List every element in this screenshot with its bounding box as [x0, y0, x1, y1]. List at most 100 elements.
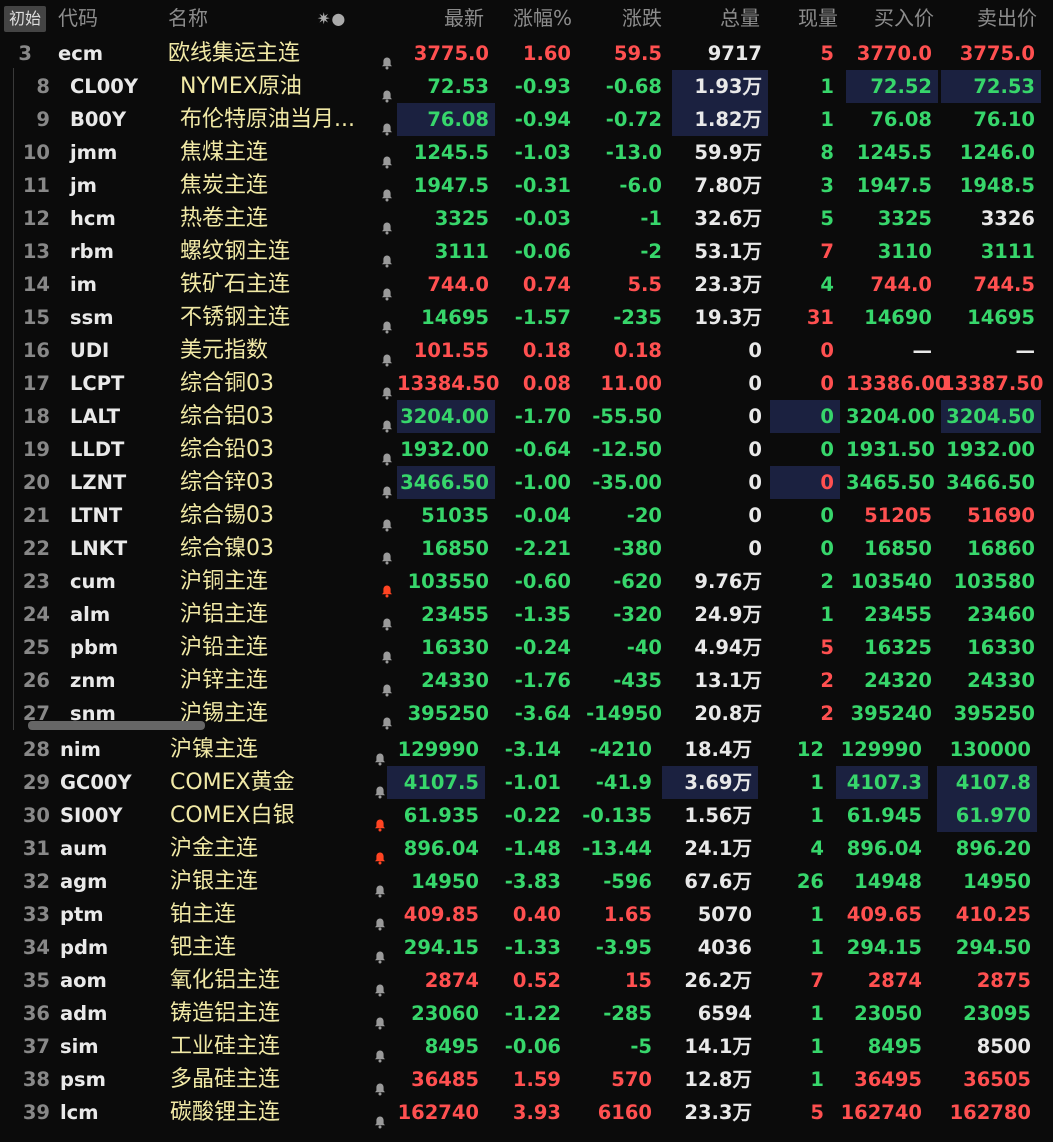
bell-icon[interactable] — [380, 443, 394, 466]
table-row[interactable]: 34 pdm 钯主连 294.15 -1.33 -3.95 4036 1 294.15 294.5… — [0, 931, 1053, 964]
col-last[interactable]: 最新 — [400, 2, 484, 35]
table-row[interactable]: 13 rbm 螺纹钢主连 3111 -0.06 -2 53.1万 7 3110 3111 — [0, 235, 1053, 268]
table-row[interactable]: 16 UDI 美元指数 101.55 0.18 0.18 0 0 — — — [0, 334, 1053, 367]
col-name[interactable]: 名称 — [168, 2, 208, 35]
settings-dots-icon[interactable]: ✷● — [317, 2, 346, 35]
bell-icon[interactable] — [373, 1040, 387, 1063]
bell-icon[interactable] — [380, 311, 394, 334]
table-row[interactable]: 24 alm 沪铝主连 23455 -1.35 -320 24.9万 1 23455 23460 — [0, 598, 1053, 631]
table-row[interactable]: 11 jm 焦炭主连 1947.5 -0.31 -6.0 7.80万 3 1947.5 1948.… — [0, 169, 1053, 202]
cell-vol: 20.8万 — [694, 702, 762, 725]
table-row[interactable]: 25 pbm 沪铅主连 16330 -0.24 -40 4.94万 5 16325 16330 — [0, 631, 1053, 664]
bell-icon[interactable] — [373, 875, 387, 898]
col-ask[interactable]: 卖出价 — [945, 2, 1037, 35]
cell-chg: 570 — [611, 1068, 652, 1091]
bell-icon[interactable] — [373, 941, 387, 964]
cell-last: 3325 — [434, 207, 489, 230]
alert-bell-icon[interactable] — [373, 809, 387, 832]
bell-icon[interactable] — [373, 1007, 387, 1030]
bell-icon[interactable] — [380, 476, 394, 499]
table-row[interactable]: 10 jmm 焦煤主连 1245.5 -1.03 -13.0 59.9万 8 1245.5 124… — [0, 136, 1053, 169]
bell-icon[interactable] — [373, 908, 387, 931]
bell-icon[interactable] — [380, 179, 394, 202]
table-row[interactable]: 8 CL00Y NYMEX原油 72.53 -0.93 -0.68 1.93万 1 72.52 7… — [0, 70, 1053, 103]
bell-icon[interactable] — [373, 1073, 387, 1096]
cell-no: 12 — [22, 207, 50, 230]
table-row[interactable]: 31 aum 沪金主连 896.04 -1.48 -13.44 24.1万 4 896.04 89… — [0, 832, 1053, 865]
cell-chg: 11.00 — [600, 372, 662, 395]
table-row[interactable]: 26 znm 沪锌主连 24330 -1.76 -435 13.1万 2 24320 24330 — [0, 664, 1053, 697]
cell-cur: 0 — [770, 400, 840, 433]
cell-vol: 59.9万 — [694, 141, 762, 164]
bell-icon[interactable] — [380, 707, 394, 730]
cell-chg: -435 — [613, 669, 662, 692]
cell-vol: 9.76万 — [694, 570, 762, 593]
cell-cur: 5 — [820, 42, 834, 65]
table-row[interactable]: 28 nim 沪镍主连 129990 -3.14 -4210 18.4万 12 129990 13… — [0, 733, 1053, 766]
table-row[interactable]: 35 aom 氧化铝主连 2874 0.52 15 26.2万 7 2874 2875 — [0, 964, 1053, 997]
table-row[interactable]: 22 LNKT 综合镍03 16850 -2.21 -380 0 0 16850 16860 — [0, 532, 1053, 565]
col-code[interactable]: 代码 — [58, 2, 98, 35]
cell-cur: 1 — [820, 603, 834, 626]
cell-code: aum — [60, 837, 108, 860]
init-button[interactable]: 初始 — [4, 6, 46, 32]
bell-icon[interactable] — [380, 410, 394, 433]
table-row[interactable]: 19 LLDT 综合铅03 1932.00 -0.64 -12.50 0 0 1931.50 19… — [0, 433, 1053, 466]
table-row[interactable]: 38 psm 多晶硅主连 36485 1.59 570 12.8万 1 36495 36505 — [0, 1063, 1053, 1096]
table-row[interactable]: 29 GC00Y COMEX黄金 4107.5 -1.01 -41.9 3.69万 1 4107… — [0, 766, 1053, 799]
table-row[interactable]: 33 ptm 铂主连 409.85 0.40 1.65 5070 1 409.65 410.25 — [0, 898, 1053, 931]
bell-icon[interactable] — [373, 776, 387, 799]
table-row[interactable]: 30 SI00Y COMEX白银 61.935 -0.22 -0.135 1.56万 1 61.… — [0, 799, 1053, 832]
bell-icon[interactable] — [380, 674, 394, 697]
alert-bell-icon[interactable] — [373, 842, 387, 865]
bell-icon[interactable] — [380, 278, 394, 301]
bell-icon[interactable] — [380, 641, 394, 664]
bell-icon[interactable] — [380, 47, 394, 70]
cell-chg: -5 — [630, 1035, 652, 1058]
table-row[interactable]: 15 ssm 不锈钢主连 14695 -1.57 -235 19.3万 31 14690 1469… — [0, 301, 1053, 334]
cell-cur: 5 — [820, 207, 834, 230]
table-row[interactable]: 37 sim 工业硅主连 8495 -0.06 -5 14.1万 1 8495 8500 — [0, 1030, 1053, 1063]
col-pct[interactable]: 涨幅% — [490, 2, 572, 35]
table-row[interactable]: 20 LZNT 综合锌03 3466.50 -1.00 -35.00 0 0 3465.50 34… — [0, 466, 1053, 499]
cell-pct: -3.64 — [514, 702, 571, 725]
alert-bell-icon[interactable] — [380, 575, 394, 598]
table-row[interactable]: 18 LALT 综合铝03 3204.00 -1.70 -55.50 0 0 3204.00 32… — [0, 400, 1053, 433]
table-row[interactable]: 17 LCPT 综合铜03 13384.50 0.08 11.00 0 0 13386.00 13… — [0, 367, 1053, 400]
col-current[interactable]: 现量 — [770, 2, 838, 35]
bell-icon[interactable] — [380, 344, 394, 367]
cell-last: 72.53 — [427, 75, 489, 98]
cell-pct: -1.35 — [514, 603, 571, 626]
bell-icon[interactable] — [380, 509, 394, 532]
table-row[interactable]: 14 im 铁矿石主连 744.0 0.74 5.5 23.3万 4 744.0 744.5 — [0, 268, 1053, 301]
bell-icon[interactable] — [380, 80, 394, 103]
col-change[interactable]: 涨跌 — [580, 2, 662, 35]
table-row[interactable]: 39 lcm 碳酸锂主连 162740 3.93 6160 23.3万 5 162740 1627… — [0, 1096, 1053, 1129]
bell-icon[interactable] — [380, 245, 394, 268]
col-bid[interactable]: 买入价 — [850, 2, 934, 35]
table-row[interactable]: 9 B00Y 布伦特原油当月... 76.08 -0.94 -0.72 1.82万 1 76.0… — [0, 103, 1053, 136]
table-row[interactable]: 21 LTNT 综合锡03 51035 -0.04 -20 0 0 51205 51690 — [0, 499, 1053, 532]
bell-icon[interactable] — [373, 743, 387, 766]
cell-bid: 896.04 — [846, 837, 922, 860]
cell-name: 综合镍03 — [180, 536, 274, 561]
col-volume[interactable]: 总量 — [670, 2, 760, 35]
bell-icon[interactable] — [380, 608, 394, 631]
bell-icon[interactable] — [380, 377, 394, 400]
cell-ask: 4107.8 — [937, 766, 1037, 799]
bell-icon[interactable] — [380, 542, 394, 565]
bell-icon[interactable] — [380, 212, 394, 235]
table-row[interactable]: 3 ecm 欧线集运主连 3775.0 1.60 59.5 9717 5 3770.0 3775.… — [0, 37, 1053, 70]
bell-icon[interactable] — [380, 113, 394, 136]
table-row[interactable]: 23 cum 沪铜主连 103550 -0.60 -620 9.76万 2 103540 1035… — [0, 565, 1053, 598]
cell-last: 16330 — [421, 636, 489, 659]
table-row[interactable]: 12 hcm 热卷主连 3325 -0.03 -1 32.6万 5 3325 3326 — [0, 202, 1053, 235]
table-row[interactable]: 36 adm 铸造铝主连 23060 -1.22 -285 6594 1 23050 23095 — [0, 997, 1053, 1030]
cell-name: 沪银主连 — [170, 869, 259, 894]
horizontal-scrollbar[interactable] — [28, 721, 205, 730]
bell-icon[interactable] — [373, 974, 387, 997]
bell-icon[interactable] — [373, 1106, 387, 1129]
bell-icon[interactable] — [380, 146, 394, 169]
cell-pct: -0.24 — [514, 636, 571, 659]
table-row[interactable]: 32 agm 沪银主连 14950 -3.83 -596 67.6万 26 14948 14950 — [0, 865, 1053, 898]
